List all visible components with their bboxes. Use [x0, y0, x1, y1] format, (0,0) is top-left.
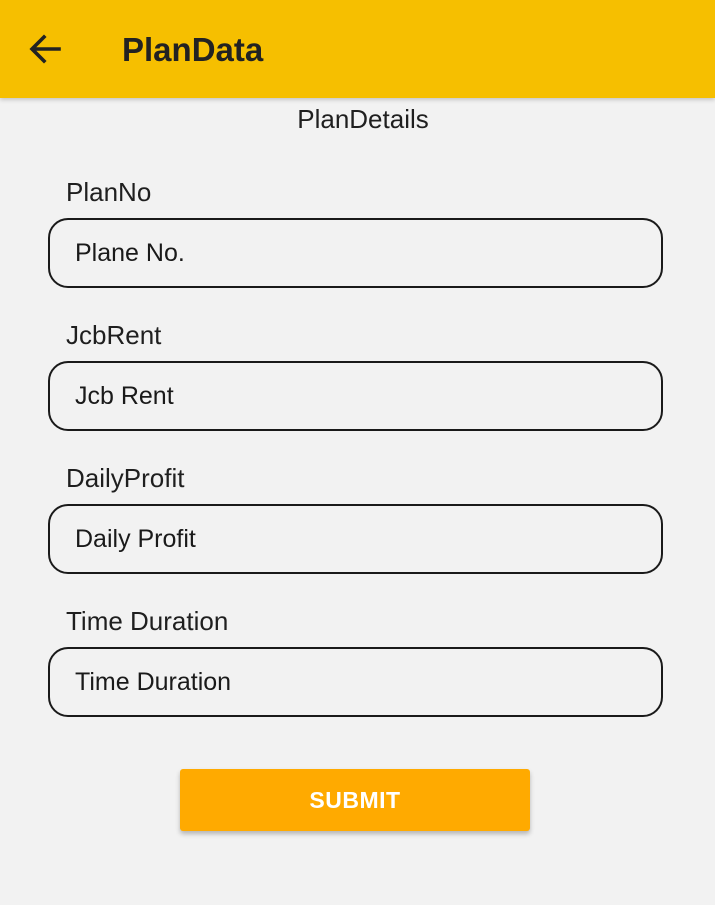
jcb-rent-field-box[interactable]	[48, 361, 663, 431]
time-duration-field-box[interactable]	[48, 647, 663, 717]
arrow-left-icon	[29, 34, 61, 64]
plan-no-input[interactable]	[50, 220, 661, 286]
back-button[interactable]	[22, 24, 68, 74]
time-duration-label: Time Duration	[66, 606, 229, 636]
time-duration-input[interactable]	[50, 649, 661, 715]
jcb-rent-label: JcbRent	[66, 320, 162, 350]
daily-profit-input[interactable]	[50, 506, 661, 572]
app-bar: PlanData	[0, 0, 715, 98]
plan-no-field-box[interactable]	[48, 218, 663, 288]
daily-profit-label: DailyProfit	[66, 463, 185, 493]
section-title: PlanDetails	[297, 104, 429, 134]
submit-button[interactable]: SUBMIT	[180, 769, 530, 831]
daily-profit-field-box[interactable]	[48, 504, 663, 574]
plan-no-label: PlanNo	[66, 177, 152, 207]
app-title: PlanData	[122, 31, 264, 68]
jcb-rent-input[interactable]	[50, 363, 661, 429]
